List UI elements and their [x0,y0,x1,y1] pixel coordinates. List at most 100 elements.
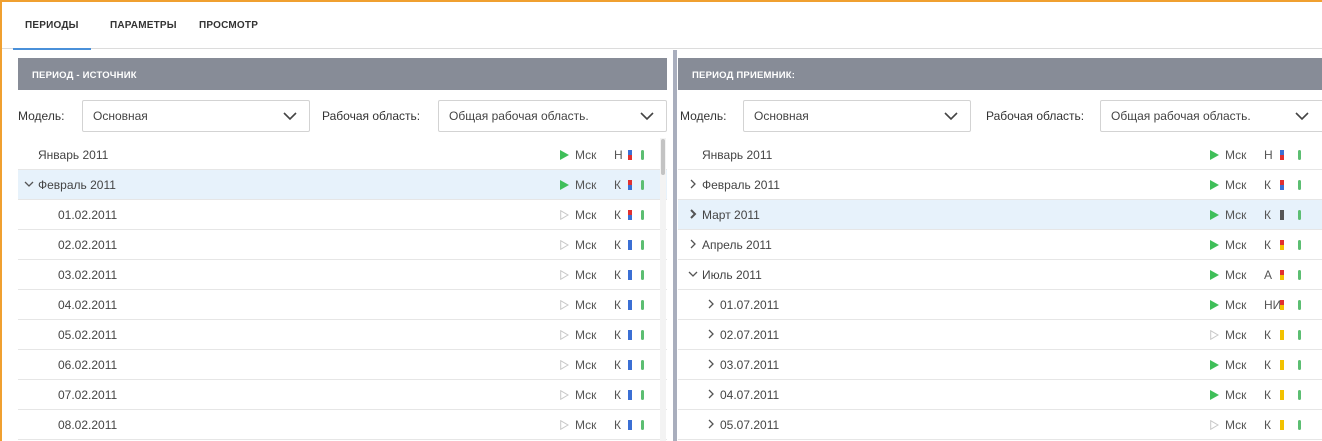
status-pill [1298,300,1301,310]
play-icon[interactable] [560,270,569,280]
tab-parameters[interactable]: ПАРАМЕТРЫ [110,20,177,31]
region-code: Мск [1225,388,1247,402]
play-icon[interactable] [1210,210,1219,220]
period-row[interactable]: 03.07.2011 Мск К [678,350,1322,380]
status-letter: К [614,388,621,402]
period-row[interactable]: 01.02.2011 Мск К [18,200,667,230]
chevron-right-icon[interactable] [688,179,698,189]
chevron-right-icon[interactable] [706,329,716,339]
region-code: Мск [1225,328,1247,342]
chevron-down-icon[interactable] [688,269,698,279]
period-label: 05.07.2011 [720,418,780,432]
source-model-select[interactable]: Основная [82,100,310,132]
region-code: Мск [1225,238,1247,252]
chevron-right-icon[interactable] [688,209,698,219]
chevron-down-icon[interactable] [24,179,34,189]
source-workspace-select[interactable]: Общая рабочая область. [438,100,667,132]
period-label: Февраль 2011 [38,178,116,192]
status-letter: К [614,358,621,372]
period-row[interactable]: 05.02.2011 Мск К [18,320,667,350]
source-scrollbar-thumb[interactable] [661,139,665,175]
period-row[interactable]: 01.07.2011 Мск НИ [678,290,1322,320]
period-label: 02.02.2011 [58,238,118,252]
status-pill [641,420,644,430]
status-pill [641,300,644,310]
play-icon[interactable] [560,240,569,250]
region-code: Мск [575,388,597,402]
period-row[interactable]: Февраль 2011 Мск К [18,170,667,200]
status-square-bottom [628,245,632,250]
play-icon[interactable] [1210,330,1219,340]
status-letter: К [614,328,621,342]
panel-splitter[interactable] [673,50,677,441]
play-icon[interactable] [560,180,569,190]
play-icon[interactable] [1210,420,1219,430]
period-row[interactable]: 06.02.2011 Мск К [18,350,667,380]
play-icon[interactable] [1210,300,1219,310]
period-row[interactable]: 08.02.2011 Мск К [18,410,667,440]
play-icon[interactable] [1210,390,1219,400]
status-square-bottom [1280,395,1284,400]
period-row[interactable]: 04.02.2011 Мск К [18,290,667,320]
status-square-bottom [1280,215,1284,220]
period-row[interactable]: Апрель 2011 Мск К [678,230,1322,260]
play-icon[interactable] [1210,360,1219,370]
play-icon[interactable] [1210,150,1219,160]
play-icon[interactable] [560,390,569,400]
play-icon[interactable] [560,330,569,340]
chevron-down-icon [640,112,654,121]
status-pill [1298,180,1301,190]
chevron-right-icon[interactable] [706,419,716,429]
play-icon[interactable] [1210,240,1219,250]
chevron-right-icon[interactable] [706,299,716,309]
play-icon[interactable] [560,360,569,370]
chevron-down-icon [944,112,958,121]
chevron-right-icon[interactable] [688,239,698,249]
region-code: Мск [1225,358,1247,372]
chevron-right-icon[interactable] [706,359,716,369]
status-pill [1298,240,1301,250]
chevron-down-icon [1295,112,1309,121]
period-label: 02.07.2011 [720,328,780,342]
status-square-bottom [628,395,632,400]
period-row[interactable]: 02.07.2011 Мск К [678,320,1322,350]
status-letter: Н [614,148,623,162]
play-icon[interactable] [1210,180,1219,190]
target-model-label: Модель: [680,109,727,123]
period-row[interactable]: Март 2011 Мск К [678,200,1322,230]
target-model-select[interactable]: Основная [743,100,971,132]
period-label: Апрель 2011 [702,238,772,252]
status-letter: К [614,208,621,222]
source-scrollbar-track[interactable] [660,138,666,441]
status-pill [641,150,644,160]
tab-periods[interactable]: ПЕРИОДЫ [13,20,91,50]
source-model-label: Модель: [18,109,65,123]
region-code: Мск [575,268,597,282]
period-row[interactable]: 04.07.2011 Мск К [678,380,1322,410]
tab-preview[interactable]: ПРОСМОТР [199,20,258,31]
target-workspace-select[interactable]: Общая рабочая область. [1100,100,1322,132]
period-label: Июль 2011 [702,268,762,282]
period-row[interactable]: Февраль 2011 Мск К [678,170,1322,200]
status-square-bottom [628,425,632,430]
play-icon[interactable] [560,300,569,310]
region-code: Мск [575,238,597,252]
chevron-right-icon[interactable] [706,389,716,399]
status-pill [1298,420,1301,430]
status-square-bottom [628,155,632,160]
period-row[interactable]: Январь 2011 Мск Н [678,140,1322,170]
period-row[interactable]: 07.02.2011 Мск К [18,380,667,410]
play-icon[interactable] [560,210,569,220]
status-letter: К [1264,388,1271,402]
period-row[interactable]: 03.02.2011 Мск К [18,260,667,290]
period-row[interactable]: 05.07.2011 Мск К [678,410,1322,440]
play-icon[interactable] [560,420,569,430]
period-row[interactable]: 02.02.2011 Мск К [18,230,667,260]
play-icon[interactable] [560,150,569,160]
status-pill [1298,390,1301,400]
period-row[interactable]: Июль 2011 Мск А [678,260,1322,290]
play-icon[interactable] [1210,270,1219,280]
status-pill [1298,210,1301,220]
period-label: Январь 2011 [38,148,109,162]
period-row[interactable]: Январь 2011 Мск Н [18,140,667,170]
